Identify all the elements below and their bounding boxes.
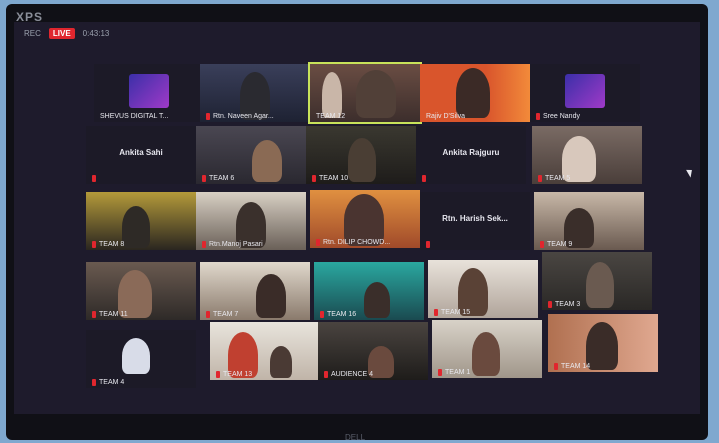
live-badge[interactable]: LIVE	[48, 27, 75, 39]
participant-tile[interactable]: TEAM 4	[86, 330, 196, 388]
participant-tile[interactable]: Ankita Sahi	[86, 126, 196, 184]
participant-tile[interactable]: Rajiv D'Silva	[420, 64, 530, 122]
video-person	[456, 68, 490, 118]
muted-mic-icon	[202, 241, 206, 248]
muted-mic-icon	[316, 239, 320, 246]
participant-name-center: Ankita Sahi	[119, 148, 163, 157]
muted-mic-icon	[312, 175, 316, 182]
video-person	[122, 338, 150, 374]
participant-name-center: Ankita Rajguru	[442, 148, 500, 157]
participant-name: SHEVUS DIGITAL T...	[100, 113, 169, 120]
meeting-top-bar: REC LIVE 0:43:13	[14, 22, 700, 44]
participant-name: TEAM 10	[319, 175, 349, 182]
participant-tile[interactable]: TEAM 9	[534, 192, 644, 250]
participant-tile[interactable]: TEAM 15	[428, 260, 538, 318]
participant-name: Rtn. DILIP CHOWD...	[323, 239, 391, 246]
participant-tile[interactable]: TEAM 3	[542, 252, 652, 310]
participant-tile[interactable]: TEAM 14	[548, 314, 658, 372]
participant-name: TEAM 4	[99, 379, 125, 386]
video-conference-screen: REC LIVE 0:43:13 SHEVUS DIGITAL T... Rtn…	[14, 22, 700, 414]
video-person	[586, 322, 618, 370]
participant-name: TEAM 6	[209, 175, 235, 182]
participant-name: TEAM 11	[99, 311, 128, 318]
participant-name-center: Rtn. Harish Sek...	[442, 214, 508, 223]
meeting-duration: 0:43:13	[82, 28, 110, 38]
muted-mic-icon	[538, 175, 542, 182]
muted-mic-icon	[92, 241, 96, 248]
video-person	[364, 282, 390, 318]
video-person	[252, 140, 282, 182]
video-person	[356, 70, 396, 118]
participant-tile[interactable]: TEAM 7	[200, 262, 310, 320]
participant-name: TEAM 12	[316, 113, 346, 120]
participant-name: TEAM 15	[441, 309, 471, 316]
participant-tile[interactable]: TEAM 11	[86, 262, 196, 320]
muted-mic-icon	[324, 371, 328, 378]
participant-name: TEAM 13	[223, 371, 253, 378]
video-person	[270, 346, 292, 378]
muted-mic-icon	[92, 379, 96, 386]
participant-tile-active-speaker[interactable]: TEAM 12	[308, 62, 422, 124]
muted-mic-icon	[422, 175, 426, 182]
video-person	[122, 206, 150, 248]
video-person	[256, 274, 286, 318]
participant-name: TEAM 3	[555, 301, 581, 308]
participant-tile[interactable]: TEAM 8	[86, 192, 196, 250]
muted-mic-icon	[426, 241, 430, 248]
mouse-cursor-icon	[686, 167, 695, 178]
muted-mic-icon	[202, 175, 206, 182]
muted-mic-icon	[206, 311, 210, 318]
muted-mic-icon	[434, 309, 438, 316]
participant-name: Rtn.Manoj Pasari	[209, 241, 263, 248]
video-person	[472, 332, 500, 376]
participant-name: AUDIENCE 4	[331, 371, 374, 378]
participant-tile[interactable]: Rtn. Harish Sek...	[420, 192, 530, 250]
muted-mic-icon	[320, 311, 324, 318]
participant-name: Sree Nandy	[543, 113, 580, 120]
participant-name: TEAM 1	[445, 369, 471, 376]
muted-mic-icon	[206, 113, 210, 120]
profile-image	[565, 74, 605, 108]
muted-mic-icon	[548, 301, 552, 308]
participant-name: TEAM 7	[213, 311, 239, 318]
participant-tile[interactable]: TEAM 6	[196, 126, 306, 184]
video-person	[322, 72, 342, 118]
muted-mic-icon	[216, 371, 220, 378]
video-person	[348, 138, 376, 182]
participant-name: TEAM 5	[545, 175, 571, 182]
participant-name: TEAM 8	[99, 241, 125, 248]
participant-tile[interactable]: AUDIENCE 4	[318, 322, 428, 380]
muted-mic-icon	[438, 369, 442, 376]
participant-tile[interactable]: TEAM 5	[532, 126, 642, 184]
recording-label: REC	[24, 28, 41, 38]
profile-image	[129, 74, 169, 108]
participant-tile[interactable]: Sree Nandy	[530, 64, 640, 122]
participant-tile[interactable]: TEAM 10	[306, 126, 416, 184]
participant-name: TEAM 9	[547, 241, 573, 248]
participant-name: TEAM 16	[327, 311, 357, 318]
participant-tile[interactable]: Rtn. DILIP CHOWD...	[310, 190, 420, 248]
participant-tile[interactable]: TEAM 16	[314, 262, 424, 320]
participant-name: Rtn. Naveen Agar...	[213, 113, 274, 120]
participant-tile[interactable]: TEAM 13	[210, 322, 320, 380]
muted-mic-icon	[536, 113, 540, 120]
participant-tile[interactable]: SHEVUS DIGITAL T...	[94, 64, 204, 122]
participant-tile[interactable]: Ankita Rajguru	[416, 126, 526, 184]
video-person	[586, 262, 614, 308]
muted-mic-icon	[540, 241, 544, 248]
participant-name: TEAM 14	[561, 363, 591, 370]
participant-tile[interactable]: TEAM 1	[432, 320, 542, 378]
monitor-stand-logo: DELL	[345, 433, 366, 442]
participant-tile[interactable]: Rtn.Manoj Pasari	[196, 192, 306, 250]
muted-mic-icon	[554, 363, 558, 370]
muted-mic-icon	[92, 311, 96, 318]
participant-tile[interactable]: Rtn. Naveen Agar...	[200, 64, 310, 122]
participant-name: Rajiv D'Silva	[426, 113, 466, 120]
muted-mic-icon	[92, 175, 96, 182]
